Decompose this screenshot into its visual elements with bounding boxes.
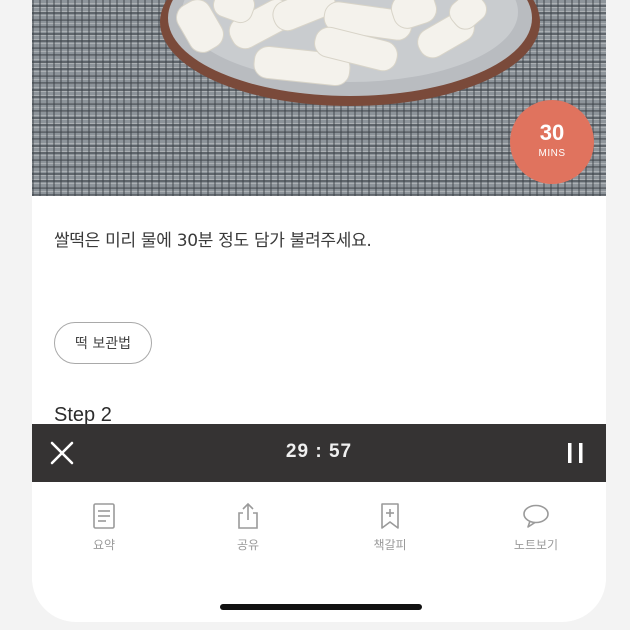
summary-document-icon bbox=[90, 502, 118, 530]
bottom-navigation: 요약 공유 책갈피 노트보기 bbox=[32, 482, 606, 582]
cooking-time-badge: 30 MINS bbox=[510, 100, 594, 184]
home-indicator bbox=[220, 604, 422, 610]
nav-item-bookmark[interactable]: 책갈피 bbox=[340, 502, 440, 553]
pause-icon[interactable] bbox=[564, 441, 588, 465]
timer-countdown: 29 : 57 bbox=[285, 441, 353, 462]
cooking-time-unit: MINS bbox=[538, 148, 566, 159]
phone-screen: 30 MINS 쌀떡은 미리 물에 30분 정도 담가 불려주세요. 떡 보관법… bbox=[32, 0, 606, 622]
nav-item-share[interactable]: 공유 bbox=[198, 502, 298, 553]
cooking-timer-bar: 29 : 57 bbox=[32, 424, 606, 482]
nav-item-label: 요약 bbox=[92, 538, 116, 552]
recipe-photo: 30 MINS bbox=[32, 0, 606, 196]
rice-cake-storage-tag-button[interactable]: 떡 보관법 bbox=[54, 322, 152, 364]
nav-item-label: 공유 bbox=[236, 538, 260, 552]
bookmark-add-icon bbox=[376, 502, 404, 530]
nav-item-label: 책갈피 bbox=[373, 538, 407, 552]
nav-item-label: 노트보기 bbox=[513, 538, 559, 552]
nav-item-notes[interactable]: 노트보기 bbox=[486, 502, 586, 553]
nav-item-summary[interactable]: 요약 bbox=[54, 502, 154, 553]
speech-bubble-icon bbox=[522, 502, 550, 530]
step-instruction-text: 쌀떡은 미리 물에 30분 정도 담가 불려주세요. bbox=[54, 231, 372, 251]
share-icon bbox=[234, 502, 262, 530]
cooking-time-number: 30 bbox=[539, 120, 565, 145]
